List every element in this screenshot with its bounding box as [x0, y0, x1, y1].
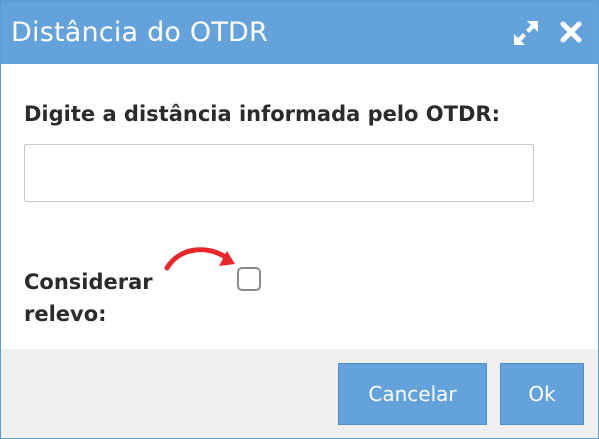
relief-label: Considerar relevo: — [24, 270, 153, 326]
expand-arrows-icon — [514, 21, 538, 45]
dialog-title: Distância do OTDR — [11, 17, 269, 48]
maximize-button[interactable] — [512, 19, 540, 47]
cancel-button[interactable]: Cancelar — [338, 363, 487, 425]
distance-label: Digite a distância informada pelo OTDR: — [24, 102, 500, 126]
dialog-titlebar[interactable]: Distância do OTDR — [1, 1, 598, 64]
relief-checkbox[interactable] — [237, 267, 261, 291]
dialog-content: Digite a distância informada pelo OTDR: … — [1, 64, 598, 349]
curved-arrow-annotation-icon — [164, 247, 235, 271]
ok-button[interactable]: Ok — [500, 363, 584, 425]
close-x-icon — [560, 21, 582, 43]
otdr-distance-dialog: Distância do OTDR Digite a distância inf… — [0, 0, 599, 439]
close-button[interactable] — [558, 19, 586, 47]
dialog-footer: Cancelar Ok — [1, 349, 598, 438]
distance-input[interactable] — [24, 144, 534, 202]
